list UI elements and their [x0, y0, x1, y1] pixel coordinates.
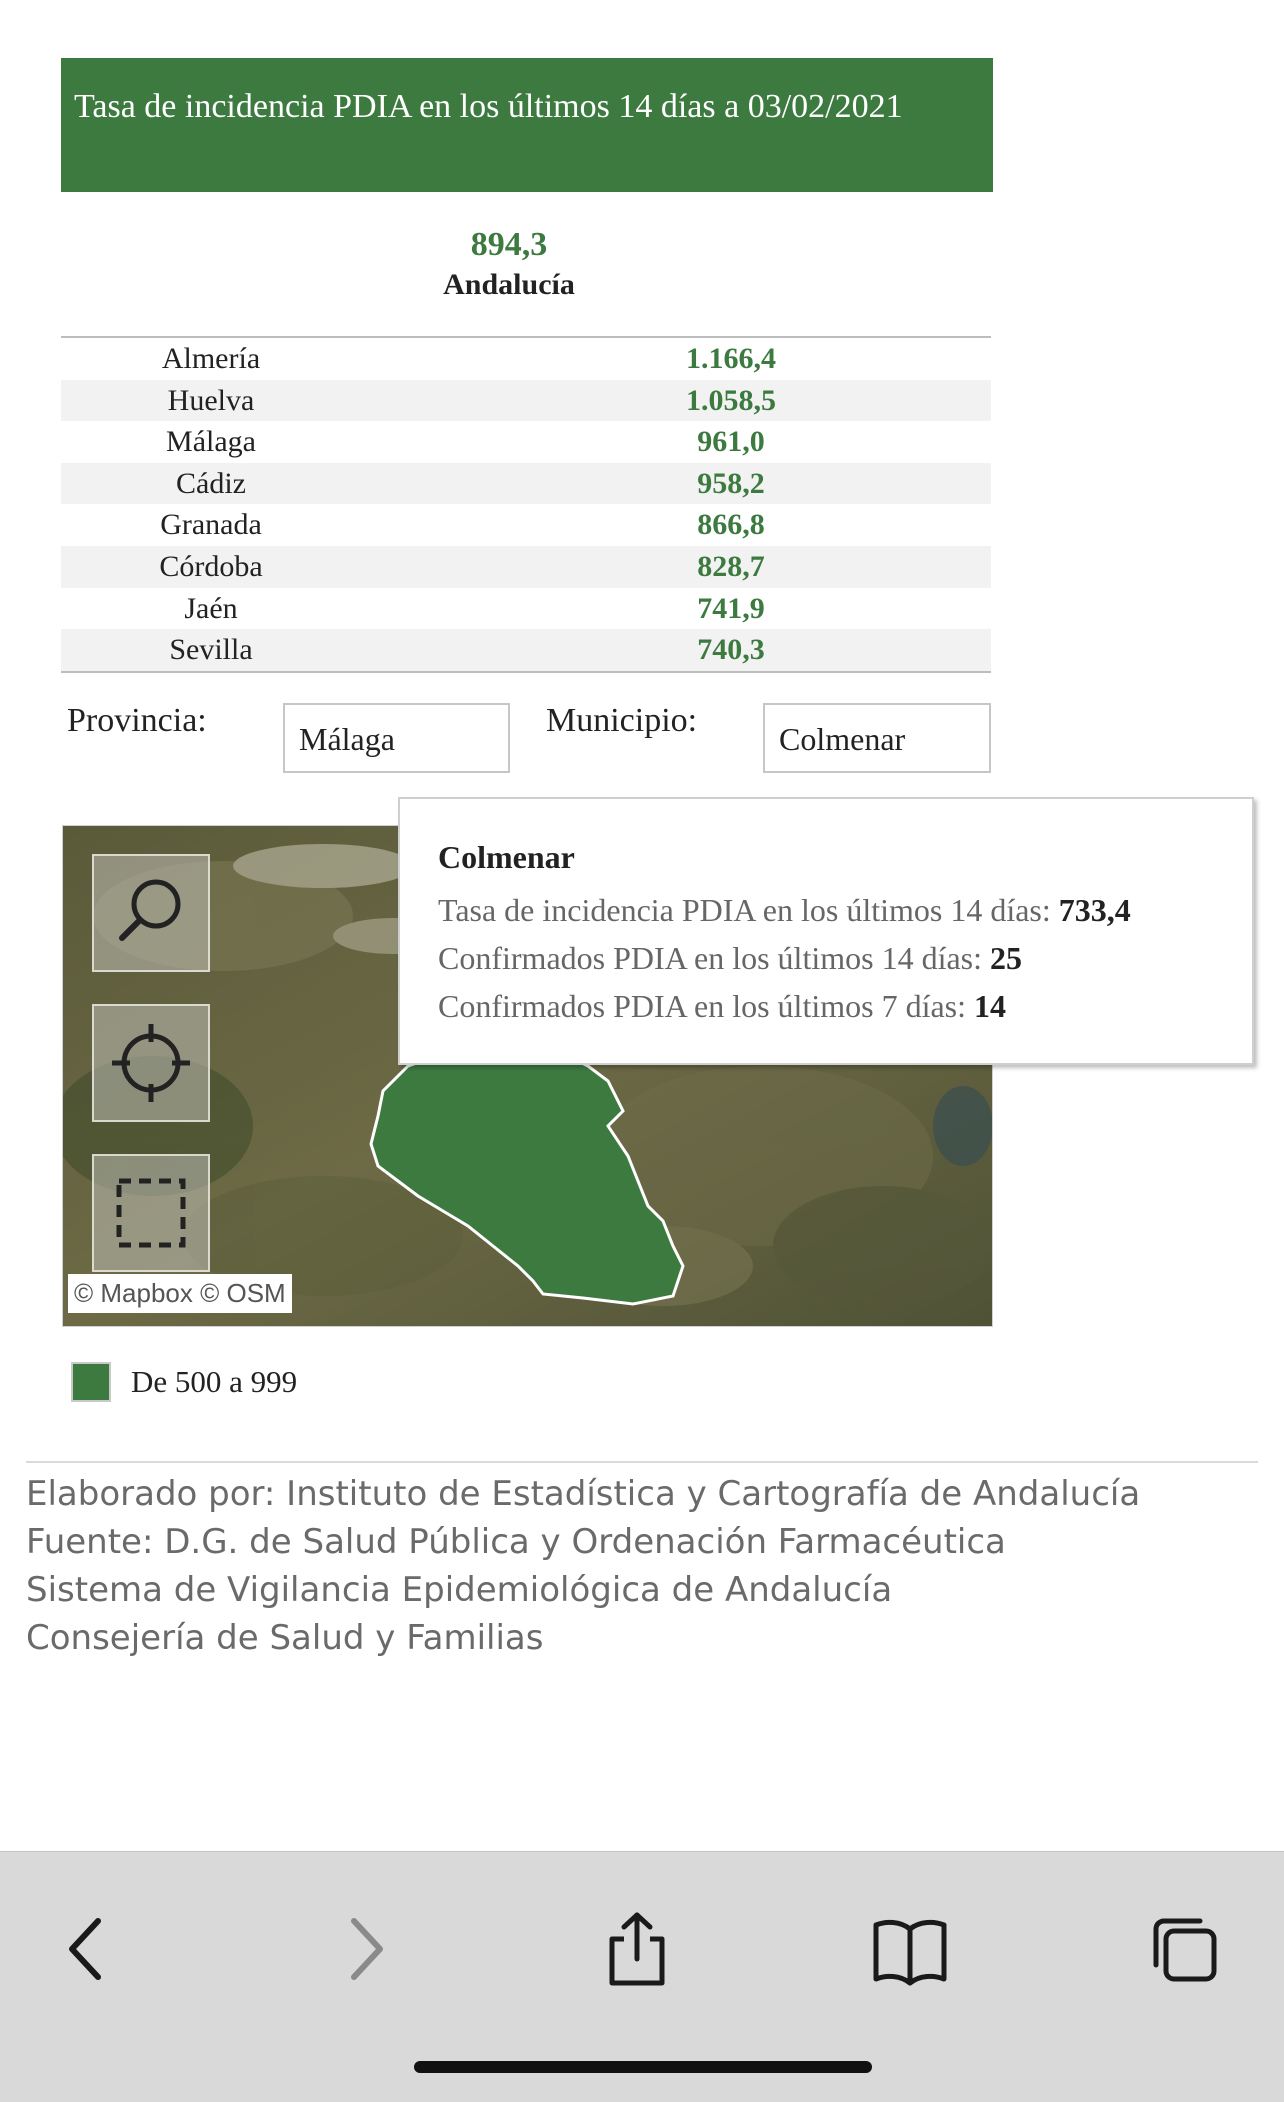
select-area-button[interactable] — [92, 1154, 210, 1272]
tooltip-line-label: Tasa de incidencia PDIA en los últimos 1… — [438, 892, 1059, 928]
province-rate: 1.058,5 — [686, 383, 776, 417]
region-total-label: Andalucía — [443, 268, 575, 301]
province-name: Córdoba — [159, 549, 263, 583]
home-indicator[interactable] — [414, 2061, 872, 2073]
legend-label: De 500 a 999 — [131, 1364, 298, 1399]
forward-icon[interactable] — [336, 1909, 396, 1989]
province-rate: 958,2 — [697, 466, 765, 500]
tooltip-line-value: 14 — [974, 988, 1006, 1024]
credit-line: Fuente: D.G. de Salud Pública y Ordenaci… — [26, 1522, 1006, 1562]
source-credits: Elaborado por: Instituto de Estadística … — [26, 1470, 1140, 1662]
province-rate: 1.166,4 — [686, 342, 776, 375]
tooltip-line-label: Confirmados PDIA en los últimos 14 días: — [438, 940, 990, 976]
province-ranking-table: Almería 1.166,4 Huelva 1.058,5 Málaga 961,0… — [61, 336, 991, 673]
bookmarks-icon[interactable] — [870, 1909, 950, 1989]
table-row: Almería 1.166,4 — [61, 338, 991, 380]
region-total-value: 894,3 — [470, 226, 548, 263]
province-name: Granada — [160, 508, 262, 542]
table-row: Jaén 741,9 — [61, 588, 991, 630]
municipality-tooltip: Colmenar Tasa de incidencia PDIA en los … — [398, 797, 1254, 1065]
tooltip-line: Tasa de incidencia PDIA en los últimos 1… — [438, 886, 1252, 934]
tooltip-line-value: 25 — [990, 940, 1022, 976]
province-rate: 828,7 — [697, 549, 765, 583]
locate-button[interactable] — [92, 1004, 210, 1122]
province-rate: 740,3 — [697, 633, 765, 667]
tooltip-line-value: 733,4 — [1058, 892, 1131, 928]
province-name: Jaén — [184, 591, 238, 625]
credit-line: Consejería de Salud y Familias — [26, 1618, 544, 1658]
tooltip-line: Confirmados PDIA en los últimos 14 días:… — [438, 934, 1252, 982]
page-title: Tasa de incidencia PDIA en los últimos 1… — [74, 88, 903, 125]
share-icon[interactable] — [604, 1909, 670, 1989]
province-select-value: Málaga — [299, 721, 395, 757]
municipality-filter-label: Municipio: — [546, 702, 698, 739]
tooltip-title: Colmenar — [438, 839, 575, 875]
back-icon[interactable] — [56, 1909, 116, 1989]
select-area-icon — [116, 1178, 186, 1248]
province-rate: 961,0 — [697, 425, 765, 459]
province-name: Almería — [161, 342, 261, 375]
search-icon — [119, 879, 181, 941]
map-legend: De 500 a 999 — [71, 1362, 297, 1402]
province-rate: 866,8 — [697, 508, 765, 542]
table-row: Málaga 961,0 — [61, 421, 991, 463]
table-row: Sevilla 740,3 — [61, 629, 991, 671]
province-name: Málaga — [166, 425, 256, 459]
municipality-select[interactable]: Colmenar — [763, 703, 991, 773]
table-row: Huelva 1.058,5 — [61, 379, 991, 422]
table-row: Cádiz 958,2 — [61, 462, 991, 505]
province-filter-label: Provincia: — [67, 702, 207, 739]
legend-swatch — [71, 1362, 111, 1402]
municipality-select-value: Colmenar — [779, 721, 906, 757]
table-row: Granada 866,8 — [61, 504, 991, 546]
province-rate: 741,9 — [697, 591, 765, 625]
map-attribution[interactable]: © Mapbox © OSM — [68, 1274, 292, 1313]
search-button[interactable] — [92, 854, 210, 972]
tooltip-line: Confirmados PDIA en los últimos 7 días: … — [438, 982, 1252, 1030]
tooltip-line-label: Confirmados PDIA en los últimos 7 días: — [438, 988, 974, 1024]
credit-line: Sistema de Vigilancia Epidemiológica de … — [26, 1570, 893, 1610]
credit-line: Elaborado por: Instituto de Estadística … — [26, 1474, 1141, 1514]
page-header: Tasa de incidencia PDIA en los últimos 1… — [61, 58, 993, 192]
province-select[interactable]: Málaga — [283, 703, 510, 773]
footer-divider — [26, 1461, 1258, 1463]
table-row: Córdoba 828,7 — [61, 545, 991, 588]
tabs-icon[interactable] — [1146, 1909, 1222, 1989]
province-name: Cádiz — [176, 466, 246, 500]
locate-icon — [112, 1024, 190, 1102]
province-name: Sevilla — [169, 633, 253, 667]
province-name: Huelva — [167, 383, 255, 417]
